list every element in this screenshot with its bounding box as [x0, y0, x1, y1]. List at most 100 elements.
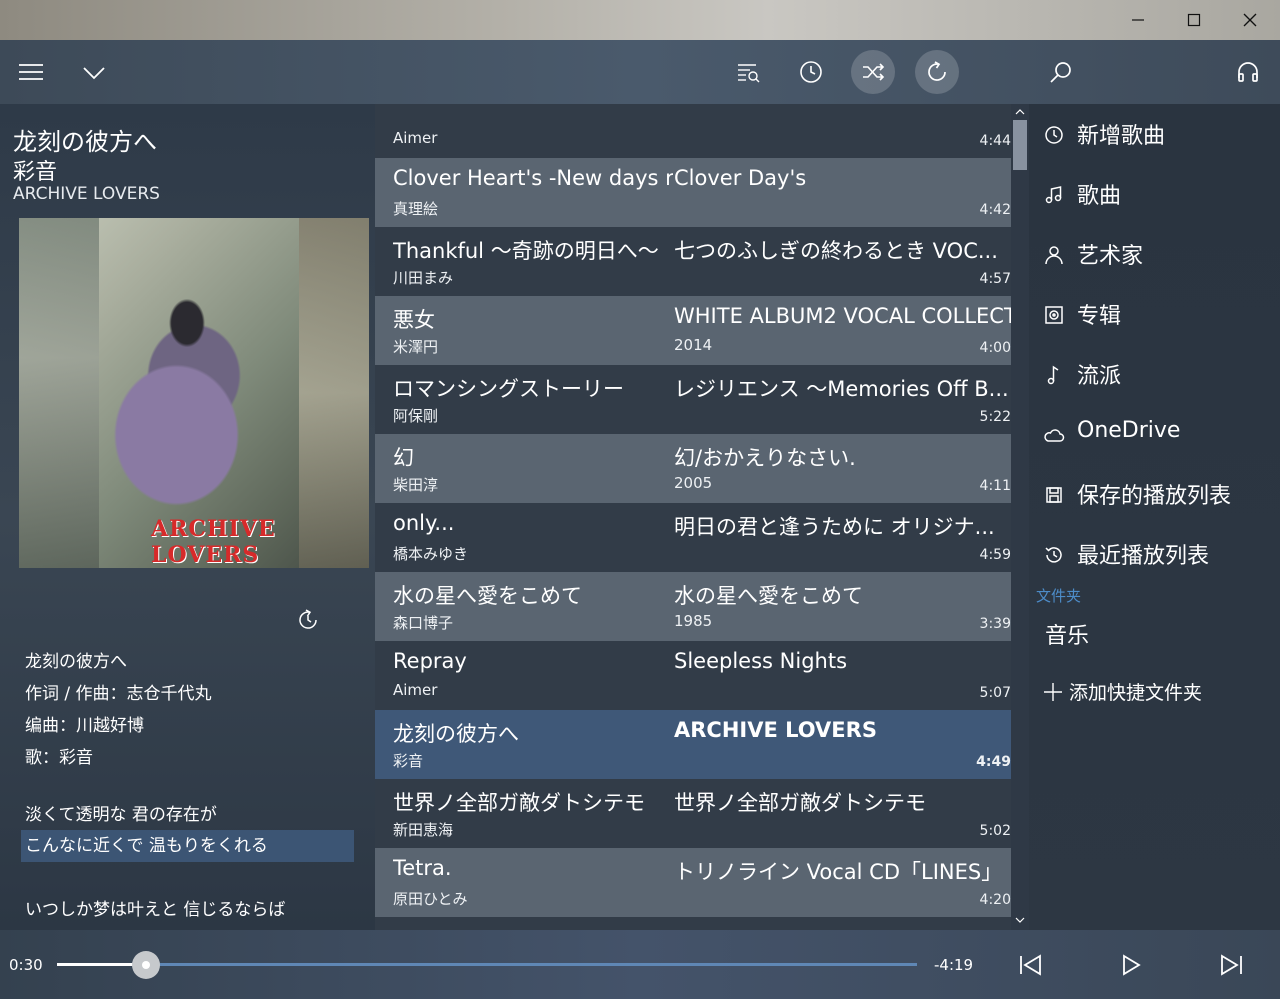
- nav-item-albums[interactable]: 专辑: [1029, 284, 1280, 344]
- lyrics-sync-button[interactable]: [296, 608, 320, 632]
- song-title: Clover Heart's -New days r...: [393, 166, 673, 190]
- song-row[interactable]: 幻柴田淳 幻/おかえりなさい. 2005 4:11: [375, 434, 1011, 503]
- title-bar: [0, 0, 1280, 40]
- now-playing-pane: 龙刻の彼方へ 彩音 ARCHIVE LOVERS ARCHIVE LOVERS …: [0, 104, 375, 930]
- song-artist: 阿保剛: [393, 407, 439, 425]
- scroll-thumb[interactable]: [1013, 120, 1027, 170]
- add-folder-button[interactable]: 添加快捷文件夹: [1043, 678, 1202, 705]
- seek-knob[interactable]: [132, 951, 161, 979]
- shuffle-button[interactable]: [851, 50, 895, 94]
- nav-item-label: 歌曲: [1077, 184, 1122, 209]
- lyrics-meta: 龙刻の彼方へ 作词 / 作曲：志仓千代丸 编曲：川越好博 歌：彩音: [25, 646, 212, 774]
- song-row[interactable]: ロマンシングストーリー 阿保剛 レジリエンス ～Memories Off B... 5…: [375, 365, 1011, 434]
- song-row[interactable]: 悪女 米澤円 WHITE ALBUM2 VOCAL COLLECT... 2014 4:…: [375, 296, 1011, 365]
- nav-item-new-songs[interactable]: 新增歌曲: [1029, 104, 1280, 164]
- clock-icon: [800, 61, 822, 83]
- song-duration: 3:39: [979, 616, 1011, 632]
- hamburger-menu-button[interactable]: [9, 50, 53, 94]
- song-duration: 4:42: [979, 202, 1011, 218]
- now-playing-button[interactable]: [1226, 50, 1270, 94]
- song-artist: Aimer: [393, 129, 438, 147]
- song-list-scrollbar[interactable]: [1011, 104, 1029, 930]
- lyrics-meta-line: 龙刻の彼方へ: [25, 652, 127, 672]
- playlist-button[interactable]: [726, 50, 770, 94]
- song-artist: 彩音: [393, 752, 424, 770]
- song-duration: 4:57: [979, 271, 1011, 287]
- timer-button[interactable]: [789, 50, 833, 94]
- close-button[interactable]: [1222, 0, 1278, 40]
- song-title: 幻: [393, 446, 414, 470]
- current-position: 0:30: [9, 956, 43, 974]
- collapse-button[interactable]: [72, 50, 116, 94]
- song-artist: 川田まみ: [393, 269, 454, 287]
- song-album: Sleepless Nights: [674, 649, 848, 673]
- lyrics-meta-line: 歌：彩音: [25, 748, 93, 768]
- song-duration: 4:59: [979, 547, 1011, 563]
- previous-icon: [1020, 954, 1041, 976]
- song-title: ロマンシングストーリー: [393, 377, 624, 401]
- song-row[interactable]: only... 橋本みゆき 明日の君と逢うために オリジナ... 4:59: [375, 503, 1011, 572]
- song-row[interactable]: Tetra. 原田ひとみ トリノライン Vocal CD「LINES」 4:20: [375, 848, 1011, 917]
- song-duration: 4:49: [976, 754, 1011, 770]
- nav-item-saved-playlists[interactable]: 保存的播放列表: [1029, 464, 1280, 524]
- lyrics-meta-line: 作词 / 作曲：志仓千代丸: [25, 684, 212, 704]
- song-artist: Aimer: [393, 681, 438, 699]
- song-title: Tetra.: [393, 856, 452, 880]
- shuffle-icon: [863, 63, 885, 81]
- maximize-button[interactable]: [1166, 0, 1222, 40]
- song-album: レジリエンス ～Memories Off B...: [674, 377, 1009, 401]
- nav-item-label: 新增歌曲: [1077, 124, 1166, 149]
- song-duration: 5:02: [979, 823, 1011, 839]
- nav-item-recent-playlists[interactable]: 最近播放列表: [1029, 524, 1280, 584]
- sync-icon: [299, 609, 317, 629]
- song-album: 幻/おかえりなさい.: [674, 446, 856, 470]
- song-title: 龙刻の彼方へ: [393, 722, 519, 746]
- song-row[interactable]: 水の星へ愛をこめて 森口博子 水の星へ愛をこめて 1985 3:39: [375, 572, 1011, 641]
- seek-bar[interactable]: [57, 963, 917, 966]
- nav-item-artists[interactable]: 艺术家: [1029, 224, 1280, 284]
- nav-item-songs[interactable]: 歌曲: [1029, 164, 1280, 224]
- play-icon: [1123, 954, 1141, 976]
- album-cover: ARCHIVE LOVERS: [19, 218, 369, 568]
- song-row[interactable]: Aimer 4:44: [375, 104, 1011, 158]
- repeat-icon: [928, 61, 946, 81]
- minimize-icon: [1132, 19, 1144, 21]
- song-album: ARCHIVE LOVERS: [674, 718, 877, 742]
- repeat-button[interactable]: [915, 50, 959, 94]
- song-artist: 新田恵海: [393, 821, 454, 839]
- song-album: 水の星へ愛をこめて: [674, 584, 863, 608]
- song-artist: 原田ひとみ: [393, 890, 468, 908]
- song-row[interactable]: Repray Aimer Sleepless Nights 5:07: [375, 641, 1011, 710]
- previous-button[interactable]: [1016, 950, 1046, 980]
- song-year: 1985: [674, 612, 713, 630]
- song-row[interactable]: Clover Heart's -New days r... 真理絵 Clover D…: [375, 158, 1011, 227]
- song-duration: 4:00: [979, 340, 1011, 356]
- next-icon: [1221, 954, 1242, 976]
- next-button[interactable]: [1216, 950, 1246, 980]
- song-title: Thankful 〜奇跡の明日へ〜: [393, 239, 659, 263]
- song-row-selected[interactable]: 龙刻の彼方へ彩音 ARCHIVE LOVERS 4:49: [375, 710, 1011, 779]
- song-title: only...: [393, 511, 455, 535]
- song-row[interactable]: Thankful 〜奇跡の明日へ〜 川田まみ 七つのふしぎの終わるとき VOC...…: [375, 227, 1011, 296]
- song-row[interactable]: キミガタメSuaraSuara LIVE 2010〜 歌始め〜6:36: [375, 917, 1011, 930]
- folder-music[interactable]: 音乐: [1045, 618, 1089, 650]
- search-button[interactable]: [1039, 50, 1083, 94]
- song-duration: 5:07: [979, 685, 1011, 701]
- nav-item-onedrive[interactable]: OneDrive: [1029, 404, 1280, 464]
- remaining-time: -4:19: [934, 956, 974, 974]
- history-icon: [1045, 547, 1062, 563]
- toolbar: [0, 40, 1280, 104]
- add-folder-label: 添加快捷文件夹: [1069, 682, 1203, 704]
- nav-item-genres[interactable]: 流派: [1029, 344, 1280, 404]
- song-title: Repray: [393, 649, 467, 673]
- scroll-down-icon: [1015, 917, 1025, 923]
- play-button[interactable]: [1116, 950, 1146, 980]
- nav-item-label: 流派: [1077, 364, 1122, 389]
- playlist-icon: [738, 64, 760, 83]
- song-album: トリノライン Vocal CD「LINES」: [674, 860, 1003, 884]
- minimize-button[interactable]: [1110, 0, 1166, 40]
- now-playing-artist: 彩音: [13, 160, 58, 185]
- player-bar: 0:30 -4:19: [0, 930, 1280, 999]
- song-row[interactable]: 世界ノ全部ガ敵ダトシテモ 新田恵海 世界ノ全部ガ敵ダトシテモ 5:02: [375, 779, 1011, 848]
- song-year: 2014: [674, 336, 713, 354]
